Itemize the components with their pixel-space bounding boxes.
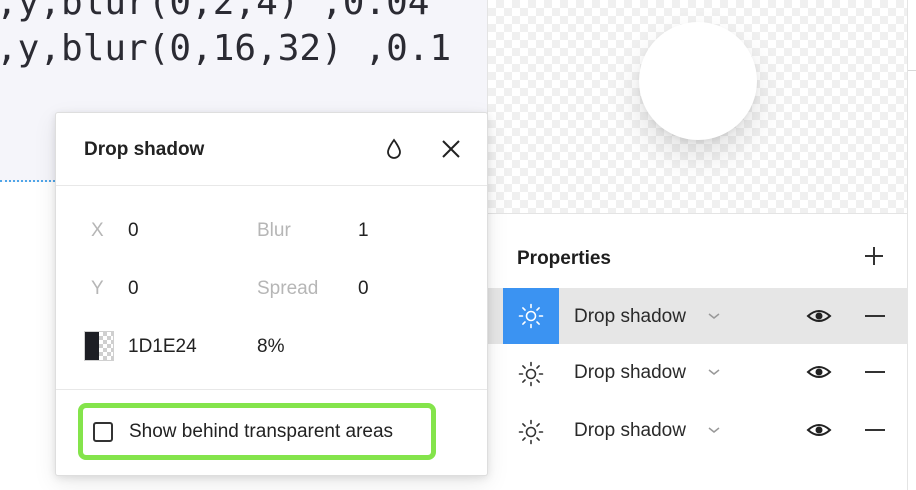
swatch-solid (85, 332, 99, 360)
effect-type-label[interactable]: Drop shadow (574, 420, 686, 442)
popover-header: Drop shadow (56, 113, 487, 186)
effect-type-label[interactable]: Drop shadow (574, 306, 686, 328)
effect-style-button[interactable] (503, 288, 559, 344)
code-line: ,y,blur(0,2,4) ,0.04 (0, 0, 430, 23)
show-behind-highlight: Show behind transparent areas (78, 403, 436, 460)
chevron-down-icon[interactable] (707, 425, 721, 435)
effect-row-drop-shadow[interactable]: Drop shadow (488, 344, 908, 400)
show-behind-label[interactable]: Show behind transparent areas (129, 421, 393, 443)
blur-label: Blur (257, 220, 291, 241)
effect-style-button[interactable] (503, 404, 559, 460)
drop-shadow-popover: Drop shadow X 0 Blur 1 Y 0 Spread 0 1D1E… (55, 112, 488, 476)
spread-input[interactable]: 0 (358, 278, 369, 300)
y-label: Y (91, 278, 104, 299)
chevron-down-icon[interactable] (707, 311, 721, 321)
remove-effect-button[interactable] (865, 371, 885, 373)
droplet-icon[interactable] (383, 137, 405, 161)
color-hex-input[interactable]: 1D1E24 (128, 336, 197, 358)
remove-effect-button[interactable] (865, 315, 885, 317)
spread-label: Spread (257, 278, 319, 299)
close-icon[interactable] (440, 138, 462, 160)
plus-icon[interactable] (862, 244, 886, 268)
x-label: X (91, 220, 104, 241)
color-opacity-input[interactable]: 8% (257, 336, 284, 358)
preview-circle (639, 22, 757, 140)
y-input[interactable]: 0 (128, 278, 139, 300)
divider (56, 389, 487, 390)
right-scroll-edge (907, 0, 916, 490)
shadow-preview-canvas (487, 0, 907, 214)
chevron-down-icon[interactable] (707, 367, 721, 377)
x-input[interactable]: 0 (128, 220, 139, 242)
properties-title: Properties (517, 248, 611, 269)
swatch-transparent (99, 332, 113, 360)
eye-icon[interactable] (806, 362, 832, 382)
blur-input[interactable]: 1 (358, 220, 369, 242)
properties-panel: Properties Drop shadow Drop shadow Drop … (487, 214, 908, 466)
code-line: ,y,blur(0,16,32) ,0.1 (0, 28, 452, 69)
sun-icon (518, 419, 544, 445)
effect-style-button[interactable] (503, 346, 559, 402)
eye-icon[interactable] (806, 420, 832, 440)
color-swatch[interactable] (84, 331, 114, 361)
effect-row-drop-shadow[interactable]: Drop shadow (488, 288, 908, 344)
eye-icon[interactable] (806, 306, 832, 326)
effect-type-label[interactable]: Drop shadow (574, 362, 686, 384)
popover-title: Drop shadow (84, 139, 205, 160)
sun-icon (518, 361, 544, 387)
sun-icon (518, 303, 544, 329)
effect-row-drop-shadow[interactable]: Drop shadow (488, 402, 908, 458)
remove-effect-button[interactable] (865, 429, 885, 431)
show-behind-checkbox[interactable] (93, 422, 113, 442)
